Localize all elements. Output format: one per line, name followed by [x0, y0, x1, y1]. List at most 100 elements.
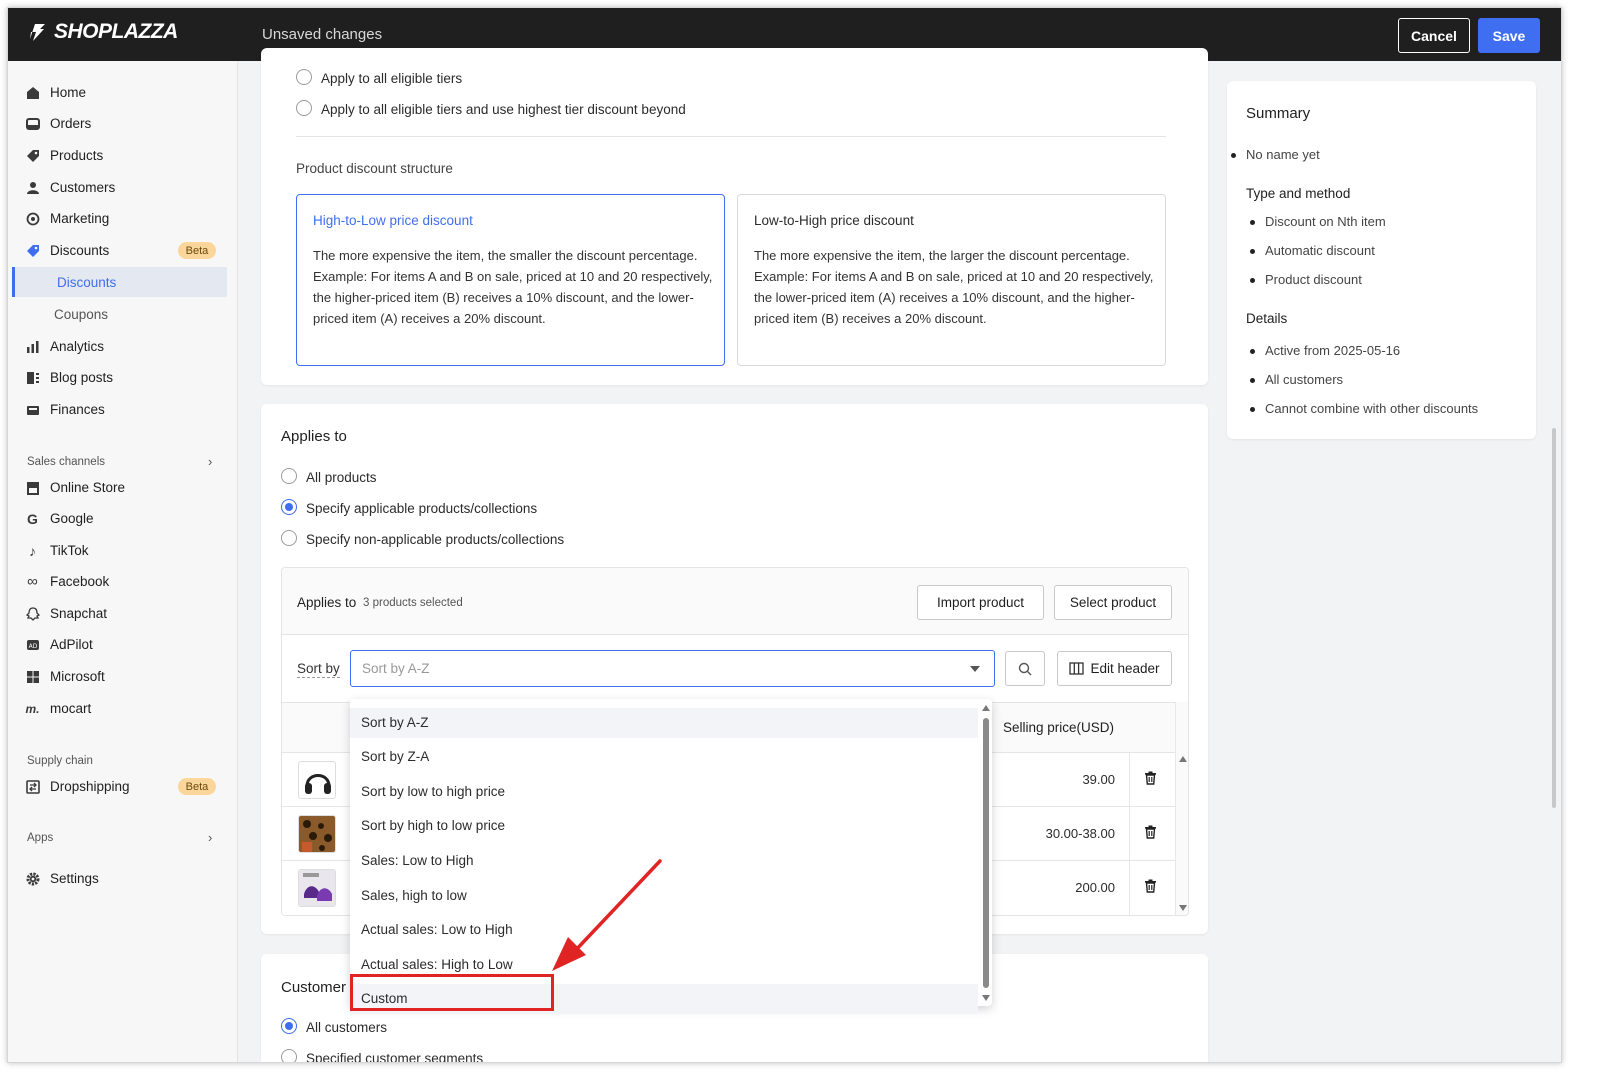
sidebar-item-discounts[interactable]: Discounts Beta — [8, 235, 238, 265]
radio-label: All customers — [306, 1020, 388, 1035]
sidebar-item-products[interactable]: Products — [8, 140, 238, 170]
edit-header-button[interactable]: Edit header — [1057, 651, 1172, 686]
beta-badge: Beta — [178, 242, 216, 259]
sidebar-subitem-coupons[interactable]: Coupons — [8, 299, 238, 329]
sidebar-item-online-store[interactable]: Online Store — [8, 472, 238, 502]
finance-icon — [25, 402, 40, 417]
sort-option-high-to-low-price[interactable]: Sort by high to low price — [350, 811, 978, 841]
all-customers-radio[interactable] — [281, 1018, 297, 1034]
sidebar-item-settings[interactable]: Settings — [8, 863, 238, 893]
sidebar-item-google[interactable]: G Google — [8, 503, 238, 533]
beta-badge: Beta — [178, 778, 216, 795]
sidebar-item-orders[interactable]: Orders — [8, 108, 238, 138]
sidebar-item-tiktok[interactable]: ♪ TikTok — [8, 535, 238, 565]
row-price: 200.00 — [1075, 880, 1115, 895]
supply-chain-heading: Supply chain — [27, 755, 93, 767]
red-arrow-icon — [552, 859, 662, 971]
sidebar-item-mocart[interactable]: m. mocart — [8, 693, 238, 723]
sidebar-item-label: Finances — [50, 402, 105, 417]
tiktok-icon: ♪ — [29, 542, 36, 559]
tier-option-radio[interactable] — [296, 69, 312, 85]
sidebar-item-customers[interactable]: Customers — [8, 172, 238, 202]
search-button[interactable] — [1005, 651, 1045, 686]
tier-option-label: Apply to all eligible tiers and use high… — [321, 102, 686, 117]
sort-select[interactable]: Sort by A-Z — [350, 650, 995, 687]
highlight-box — [350, 974, 554, 1011]
tier-option-radio[interactable] — [296, 100, 312, 116]
sort-select-value: Sort by A-Z — [362, 661, 430, 676]
sidebar-item-home[interactable]: Home — [8, 77, 238, 107]
sidebar-item-label: AdPilot — [50, 637, 93, 652]
sidebar-item-snapchat[interactable]: Snapchat — [8, 598, 238, 628]
sidebar-item-facebook[interactable]: ∞ Facebook — [8, 566, 238, 596]
sidebar-item-blog-posts[interactable]: Blog posts — [8, 362, 238, 392]
sidebar-item-label: mocart — [50, 701, 92, 716]
sidebar-item-adpilot[interactable]: AD AdPilot — [8, 629, 238, 659]
product-thumbnail-shoes[interactable] — [298, 869, 336, 907]
import-product-button[interactable]: Import product — [917, 585, 1044, 620]
cancel-button[interactable]: Cancel — [1398, 18, 1470, 53]
dropdown-scroll-thumb[interactable] — [983, 718, 989, 988]
low-to-high-option[interactable]: Low-to-High price discount The more expe… — [737, 194, 1166, 366]
sidebar-item-label: Home — [50, 85, 87, 100]
summary-title: Summary — [1246, 105, 1311, 122]
summary-list-item: Product discount — [1250, 272, 1362, 287]
column-header-price: Selling price(USD) — [1003, 720, 1115, 735]
high-to-low-option[interactable]: High-to-Low price discount The more expe… — [296, 194, 725, 366]
product-thumbnail-headphones[interactable] — [298, 761, 336, 799]
scroll-down-icon[interactable] — [1179, 905, 1187, 911]
sidebar-item-label: Analytics — [50, 339, 105, 354]
chevron-right-icon[interactable]: › — [208, 454, 212, 469]
sidebar-item-label: Products — [50, 148, 104, 163]
discount-structure-card: Apply to all eligible tiers Apply to all… — [261, 48, 1208, 385]
select-product-button[interactable]: Select product — [1054, 585, 1172, 620]
sidebar-item-label: Facebook — [50, 574, 110, 589]
search-icon — [1018, 662, 1032, 675]
discount-tag-icon — [25, 243, 40, 258]
sidebar-item-label: Blog posts — [50, 370, 114, 385]
sort-dropdown-menu: Sort by A-Z Sort by Z-A Sort by low to h… — [350, 699, 992, 1014]
sidebar-item-finances[interactable]: Finances — [8, 394, 238, 424]
structure-heading: Product discount structure — [296, 161, 453, 176]
row-price: 39.00 — [1082, 772, 1115, 787]
sidebar-item-dropshipping[interactable]: Dropshipping Beta — [8, 771, 238, 801]
sidebar-item-microsoft[interactable]: Microsoft — [8, 661, 238, 691]
sidebar-item-label: TikTok — [50, 543, 89, 558]
snapchat-icon — [25, 606, 40, 621]
all-products-radio[interactable] — [281, 468, 297, 484]
sidebar-item-marketing[interactable]: Marketing — [8, 203, 238, 233]
scroll-up-icon[interactable] — [982, 705, 990, 711]
table-scrollbar[interactable] — [1175, 702, 1188, 915]
trash-icon[interactable] — [1144, 879, 1157, 893]
shoplazza-logo[interactable]: SHOPLAZZA — [26, 20, 178, 44]
sidebar-subitem-discounts[interactable]: Discounts — [12, 267, 227, 297]
customer-segments-radio[interactable] — [281, 1049, 297, 1062]
non-applicable-products-radio[interactable] — [281, 530, 297, 546]
summary-list-item: Discount on Nth item — [1250, 214, 1386, 229]
logo-text: SHOPLAZZA — [54, 20, 178, 43]
trash-icon[interactable] — [1144, 825, 1157, 839]
panel-title: Applies to — [297, 595, 357, 610]
chevron-right-icon[interactable]: › — [208, 830, 212, 845]
cell-divider — [1129, 753, 1130, 807]
sort-option-z-a[interactable]: Sort by Z-A — [350, 742, 978, 772]
scroll-up-icon[interactable] — [1179, 756, 1187, 762]
scroll-down-icon[interactable] — [982, 995, 990, 1001]
svg-text:AD: AD — [28, 643, 37, 650]
sidebar-item-analytics[interactable]: Analytics — [8, 331, 238, 361]
sidebar-item-label: Settings — [50, 871, 99, 886]
save-button[interactable]: Save — [1478, 18, 1540, 53]
product-thumbnail-leopard[interactable] — [298, 815, 336, 853]
sidebar-item-label: Dropshipping — [50, 779, 130, 794]
sort-option-low-to-high-price[interactable]: Sort by low to high price — [350, 777, 978, 807]
applicable-products-radio[interactable] — [281, 499, 297, 515]
target-icon — [25, 211, 40, 226]
sort-option-a-z[interactable]: Sort by A-Z — [350, 708, 978, 738]
dropshipping-icon — [25, 779, 40, 794]
sidebar-item-label: Snapchat — [50, 606, 108, 621]
trash-icon[interactable] — [1144, 771, 1157, 785]
applies-to-title: Applies to — [281, 428, 347, 445]
page-scrollbar[interactable] — [1552, 428, 1556, 808]
microsoft-icon — [25, 669, 40, 684]
summary-list-item: Cannot combine with other discounts — [1249, 401, 1479, 416]
